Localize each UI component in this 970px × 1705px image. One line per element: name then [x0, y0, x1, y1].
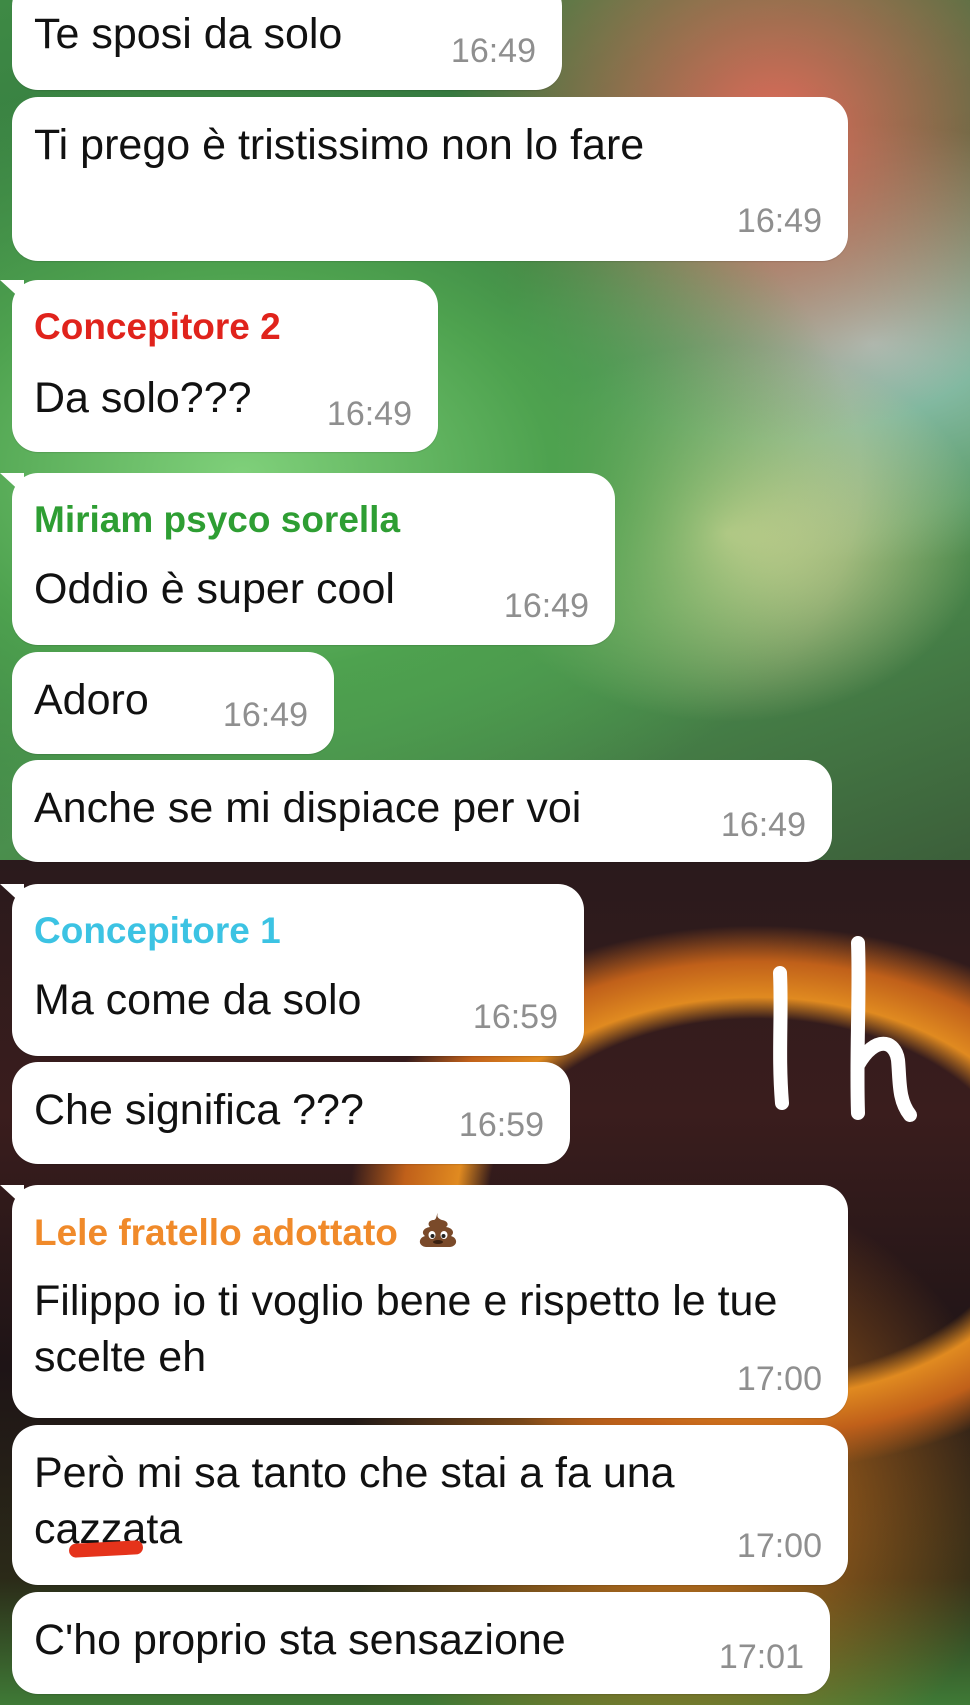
message-bubble[interactable]: Però mi sa tanto che stai a fa una cazza… [12, 1425, 848, 1585]
message-bubble[interactable]: Concepitore 1 Ma come da solo 16:59 [0, 884, 584, 1056]
message-bubble[interactable]: Anche se mi dispiace per voi 16:49 [12, 760, 832, 862]
message-timestamp: 16:49 [720, 806, 806, 844]
message-bubble[interactable]: Ti prego è tristissimo non lo fare 16:49 [12, 97, 848, 261]
message-timestamp: 17:00 [736, 1360, 822, 1398]
message-bubble[interactable]: Adoro 16:49 [12, 652, 334, 754]
message-text: C'ho proprio sta sensazione [34, 1616, 566, 1664]
message-text: Filippo io ti voglio bene e rispetto le … [34, 1277, 778, 1381]
message-bubble[interactable]: Lele fratello adottato Filippo io ti vog… [0, 1185, 848, 1418]
message-text: Ma come da solo [34, 976, 362, 1024]
sender-name: Lele fratello adottato [34, 1211, 458, 1254]
message-text: Ti prego è tristissimo non lo fare [34, 121, 645, 169]
sender-name: Concepitore 2 [34, 306, 281, 347]
message-text: Però mi sa tanto che stai a fa una [34, 1449, 675, 1497]
poop-icon [420, 1213, 457, 1247]
message-timestamp: 16:49 [326, 395, 412, 433]
sender-name: Miriam psyco sorella [34, 499, 401, 540]
message-bubble[interactable]: Che significa ??? 16:59 [12, 1062, 570, 1164]
message-text: Adoro [34, 676, 149, 724]
message-timestamp: 16:49 [450, 32, 536, 70]
message-timestamp: 16:49 [222, 696, 308, 734]
message-text: Oddio è super cool [34, 565, 395, 613]
message-text: Da solo??? [34, 374, 252, 422]
message-timestamp: 16:59 [472, 998, 558, 1036]
message-text: Che significa ??? [34, 1086, 364, 1134]
message-timestamp: 16:49 [503, 587, 589, 625]
message-timestamp: 16:49 [736, 202, 822, 240]
message-bubble[interactable]: Concepitore 2 Da solo??? 16:49 [0, 280, 438, 452]
sender-name: Concepitore 1 [34, 910, 281, 951]
message-timestamp: 16:59 [458, 1106, 544, 1144]
message-timestamp: 17:00 [736, 1527, 822, 1565]
message-timestamp: 17:01 [718, 1638, 804, 1676]
handwritten-scribble [773, 936, 917, 1122]
message-bubble[interactable]: Miriam psyco sorella Oddio è super cool … [0, 473, 615, 645]
message-bubble[interactable]: Te sposi da solo 16:49 [12, 0, 562, 90]
message-text: Te sposi da solo [34, 10, 343, 58]
sender-name-text: Lele fratello adottato [34, 1212, 398, 1253]
message-text: Anche se mi dispiace per voi [34, 784, 582, 832]
message-bubble[interactable]: C'ho proprio sta sensazione 17:01 [12, 1592, 830, 1694]
